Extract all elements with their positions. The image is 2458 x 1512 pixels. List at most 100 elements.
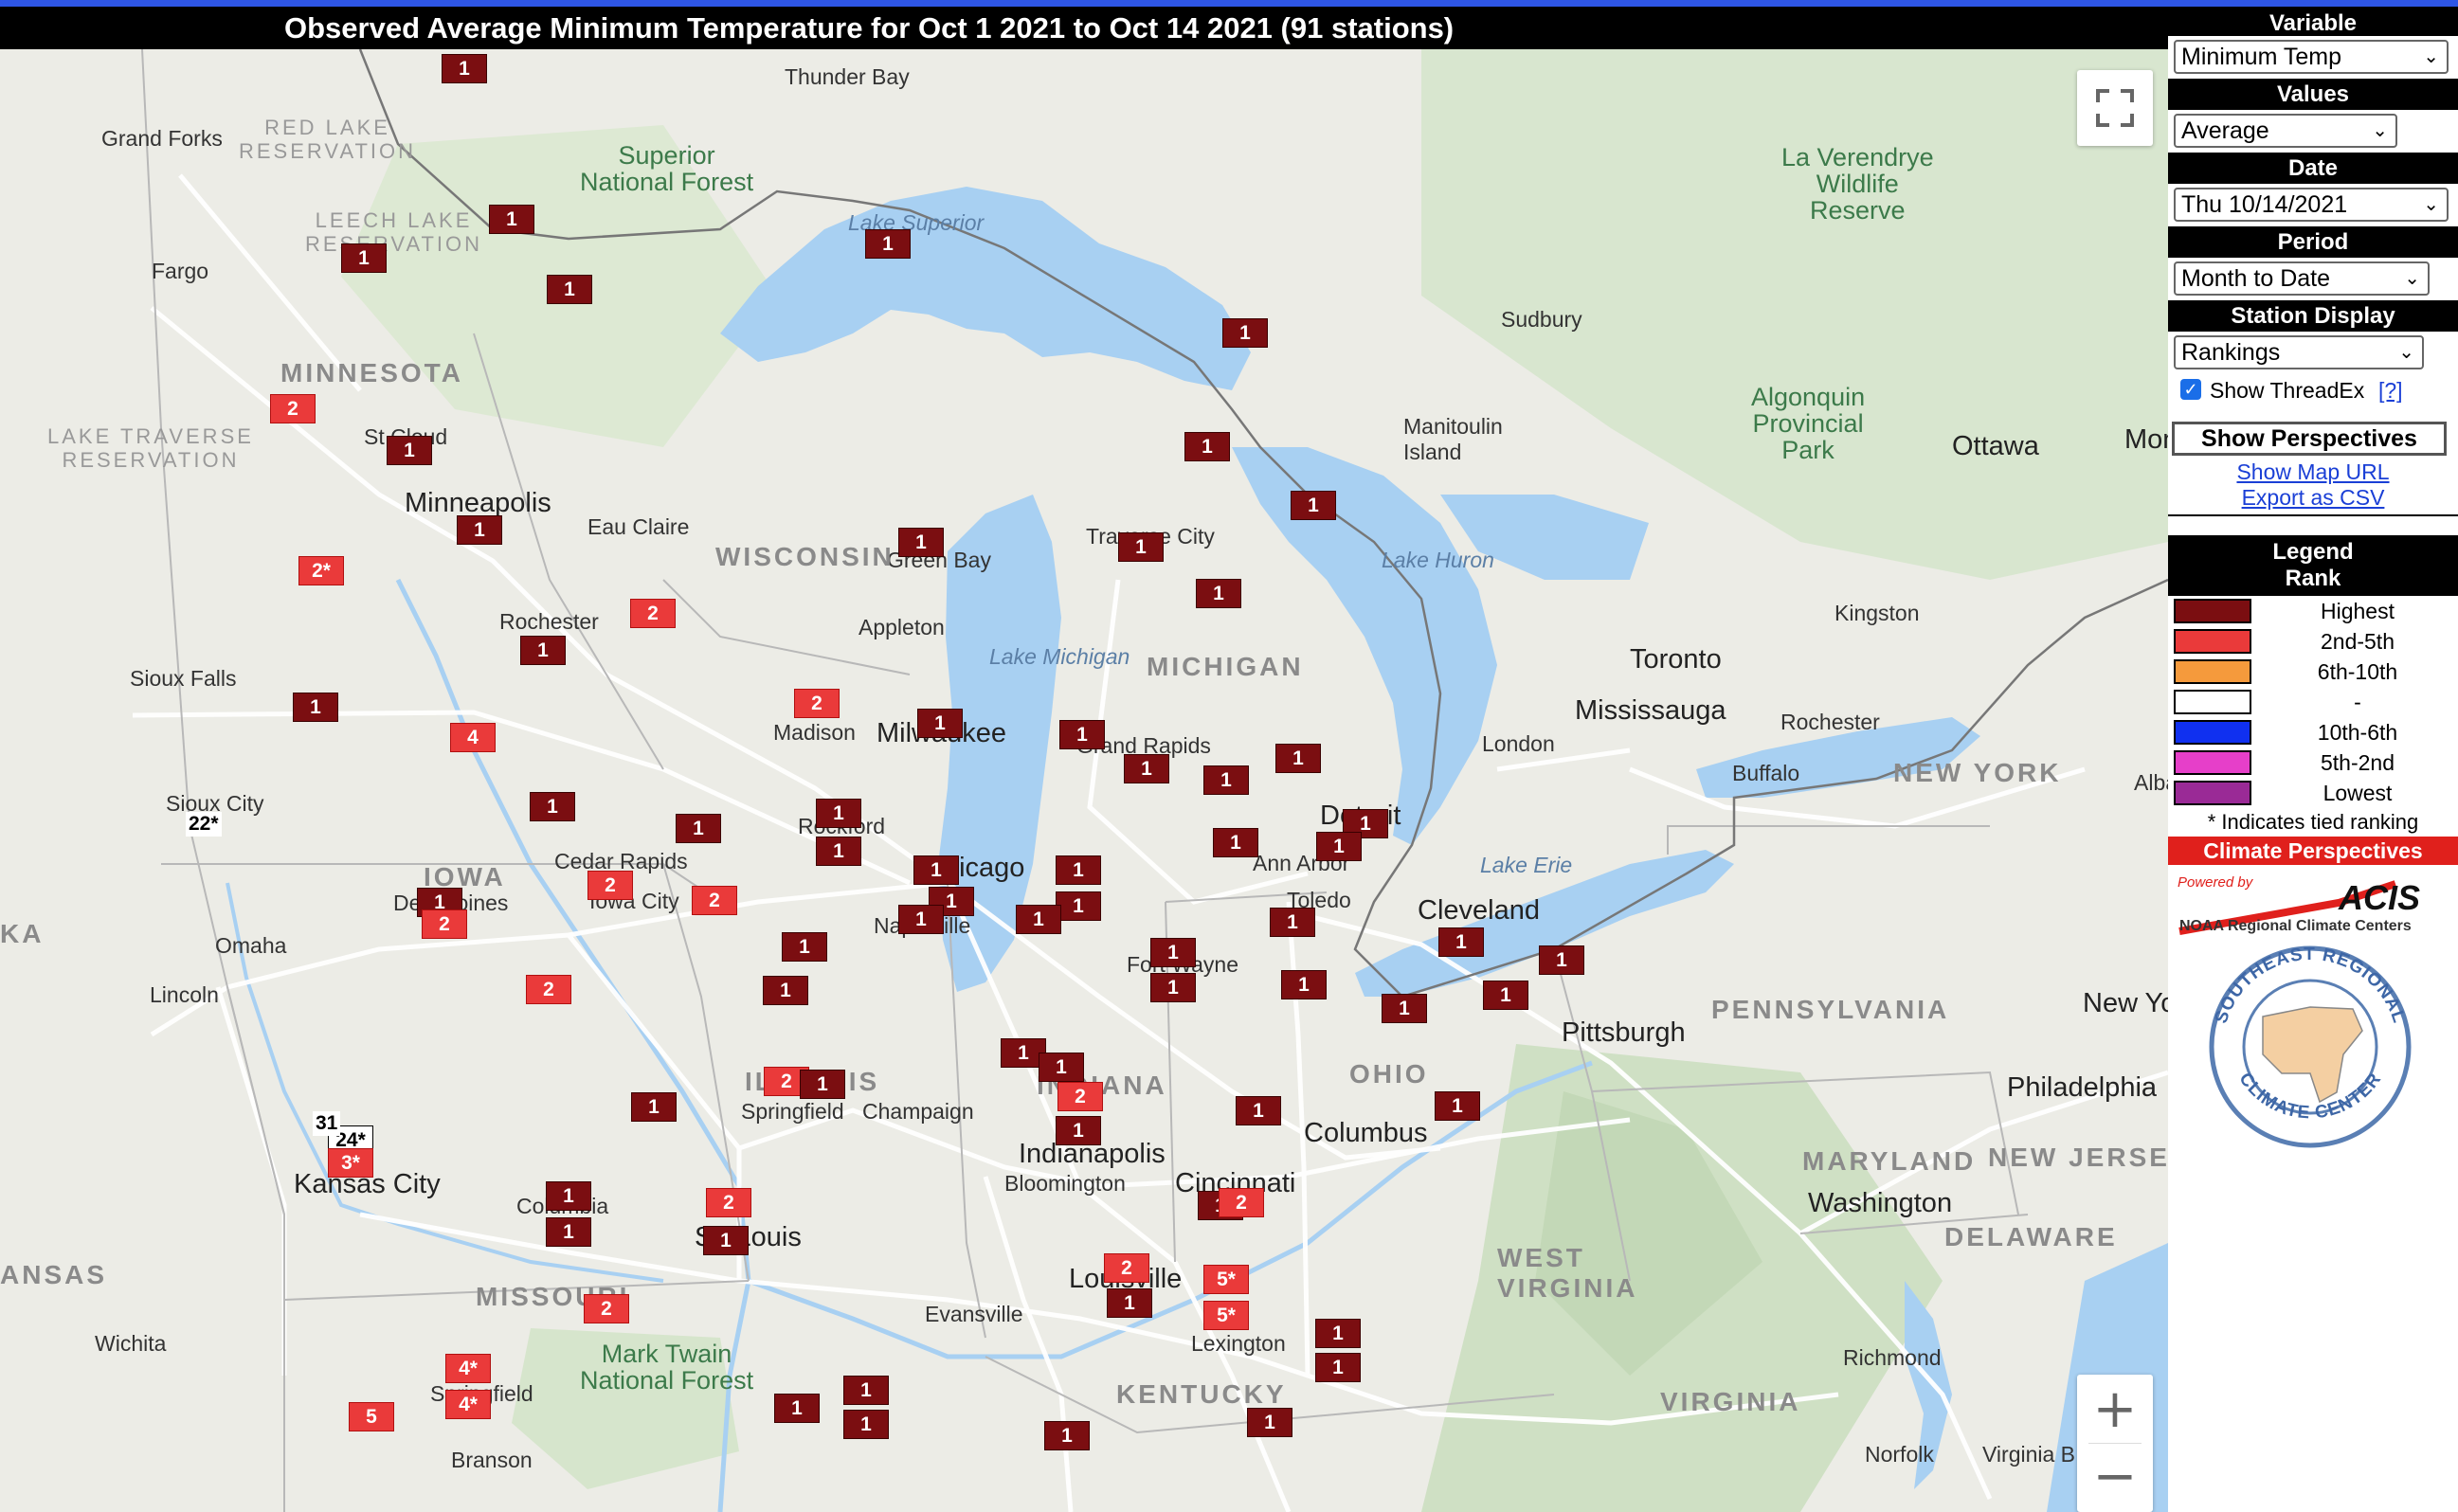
station-rank-marker[interactable]: 1 bbox=[1483, 981, 1528, 1010]
station-rank-marker[interactable]: 2 bbox=[526, 975, 571, 1004]
station-rank-marker[interactable]: 1 bbox=[1291, 491, 1336, 520]
station-rank-marker[interactable]: 4* bbox=[445, 1354, 491, 1383]
station-rank-marker[interactable]: 1 bbox=[898, 905, 944, 934]
station-rank-marker[interactable]: 1 bbox=[387, 436, 432, 465]
station-rank-marker[interactable]: 2 bbox=[1219, 1188, 1264, 1217]
station-rank-marker[interactable]: 2 bbox=[1104, 1253, 1149, 1283]
station-rank-marker[interactable]: 1 bbox=[1196, 579, 1241, 608]
station-rank-marker[interactable]: 1 bbox=[917, 709, 963, 738]
station-rank-marker[interactable]: 1 bbox=[1382, 994, 1427, 1023]
show-perspectives-button[interactable]: Show Perspectives bbox=[2172, 422, 2447, 456]
station-rank-marker[interactable]: 1 bbox=[913, 855, 959, 885]
station-rank-marker[interactable]: 1 bbox=[546, 1217, 591, 1247]
station-rank-marker[interactable]: 1 bbox=[1016, 905, 1061, 934]
station-rank-marker[interactable]: 1 bbox=[1059, 720, 1105, 749]
threadex-checkbox[interactable]: ✓ bbox=[2180, 379, 2201, 400]
station-rank-marker[interactable]: 1 bbox=[1315, 1353, 1361, 1382]
station-rank-marker[interactable]: 1 bbox=[816, 799, 861, 828]
station-rank-marker[interactable]: 2 bbox=[706, 1188, 751, 1217]
station-rank-marker[interactable]: 5* bbox=[1203, 1265, 1249, 1294]
station-rank-marker[interactable]: 1 bbox=[1150, 973, 1196, 1002]
station-rank-marker[interactable]: 5* bbox=[1203, 1301, 1249, 1330]
station-rank-marker[interactable]: 1 bbox=[1056, 1116, 1101, 1145]
station-rank-marker[interactable]: 5 bbox=[349, 1402, 394, 1431]
station-rank-marker[interactable]: 1 bbox=[341, 243, 387, 273]
station-rank-marker[interactable]: 1 bbox=[1236, 1096, 1281, 1125]
station-rank-marker[interactable]: 1 bbox=[1247, 1408, 1292, 1437]
station-rank-marker[interactable]: 1 bbox=[1438, 927, 1484, 957]
station-rank-marker[interactable]: 1 bbox=[1270, 908, 1315, 937]
fullscreen-button[interactable] bbox=[2077, 70, 2153, 146]
zoom-in-button[interactable]: + bbox=[2077, 1377, 2153, 1443]
station-rank-marker[interactable]: 2 bbox=[1057, 1082, 1103, 1111]
station-rank-marker[interactable]: 3* bbox=[328, 1148, 373, 1178]
station-rank-marker[interactable]: 1 bbox=[782, 932, 827, 962]
station-rank-marker[interactable]: 1 bbox=[1222, 318, 1268, 348]
period-select[interactable]: Month to Date ⌄ bbox=[2174, 261, 2430, 296]
legend-swatch bbox=[2174, 659, 2251, 684]
map-label: Omaha bbox=[215, 933, 287, 958]
export-csv-link[interactable]: Export as CSV bbox=[2168, 485, 2458, 511]
station-rank-marker[interactable]: 2 bbox=[422, 909, 467, 939]
station-rank-marker[interactable]: 1 bbox=[1184, 432, 1230, 461]
map-label: Kingston bbox=[1834, 601, 1920, 625]
station-rank-marker[interactable]: 1 bbox=[676, 814, 721, 843]
station-rank-marker[interactable]: 2 bbox=[794, 689, 840, 718]
station-rank-marker[interactable]: 1 bbox=[763, 976, 808, 1005]
station-rank-marker[interactable]: 2 bbox=[630, 599, 676, 628]
station-rank-marker[interactable]: 1 bbox=[1539, 945, 1584, 975]
station-rank-marker[interactable]: 1 bbox=[442, 54, 487, 83]
station-display-select[interactable]: Rankings ⌄ bbox=[2174, 335, 2424, 369]
station-rank-marker[interactable]: 1 bbox=[800, 1070, 845, 1099]
station-rank-marker[interactable]: 1 bbox=[547, 275, 592, 304]
station-rank-marker[interactable]: 4* bbox=[445, 1390, 491, 1419]
variable-select[interactable]: Minimum Temp ⌄ bbox=[2174, 40, 2449, 74]
station-rank-marker[interactable]: 1 bbox=[1435, 1091, 1480, 1121]
station-rank-marker[interactable]: 1 bbox=[1039, 1053, 1084, 1082]
station-rank-marker[interactable]: 1 bbox=[520, 636, 566, 665]
station-rank-marker[interactable]: 1 bbox=[843, 1410, 889, 1439]
station-rank-marker[interactable]: 31 bbox=[313, 1111, 341, 1136]
show-map-url-link[interactable]: Show Map URL bbox=[2168, 459, 2458, 485]
station-rank-marker[interactable]: 1 bbox=[1315, 1319, 1361, 1348]
station-rank-marker[interactable]: 1 bbox=[530, 792, 575, 821]
station-rank-marker[interactable]: 22* bbox=[186, 812, 222, 837]
station-rank-marker[interactable]: 2 bbox=[587, 871, 633, 900]
threadex-help-link[interactable]: [?] bbox=[2378, 378, 2403, 404]
station-rank-marker[interactable]: 2 bbox=[692, 886, 737, 915]
map-canvas[interactable]: Thunder Bay Grand Forks Fargo Sudbury Manito… bbox=[0, 49, 2168, 1512]
station-rank-marker[interactable]: 1 bbox=[865, 229, 911, 259]
station-rank-marker[interactable]: 1 bbox=[816, 837, 861, 866]
station-rank-marker[interactable]: 1 bbox=[546, 1181, 591, 1211]
station-rank-marker[interactable]: 2 bbox=[270, 394, 316, 423]
map-label: Grand Forks bbox=[101, 126, 223, 151]
station-rank-marker[interactable]: 1 bbox=[1281, 970, 1327, 999]
station-rank-marker[interactable]: 1 bbox=[1118, 532, 1164, 562]
station-rank-marker[interactable]: 1 bbox=[1316, 832, 1362, 861]
station-rank-marker[interactable]: 2* bbox=[298, 556, 344, 585]
station-rank-marker[interactable]: 1 bbox=[1056, 891, 1101, 921]
station-rank-marker[interactable]: 1 bbox=[1203, 765, 1249, 795]
map-label: Columbus bbox=[1304, 1118, 1428, 1148]
station-rank-marker[interactable]: 1 bbox=[1056, 855, 1101, 885]
station-rank-marker[interactable]: 2 bbox=[584, 1294, 629, 1323]
station-rank-marker[interactable]: 1 bbox=[1107, 1288, 1152, 1318]
station-rank-marker[interactable]: 1 bbox=[1213, 828, 1258, 857]
station-rank-marker[interactable]: 1 bbox=[1150, 938, 1196, 967]
zoom-out-button[interactable]: − bbox=[2077, 1444, 2153, 1510]
station-rank-marker[interactable]: 1 bbox=[293, 693, 338, 722]
station-rank-marker[interactable]: 4 bbox=[450, 723, 496, 752]
station-rank-marker[interactable]: 1 bbox=[703, 1226, 749, 1255]
map-label: Springfield bbox=[741, 1099, 844, 1124]
station-rank-marker[interactable]: 1 bbox=[1044, 1421, 1090, 1450]
station-rank-marker[interactable]: 1 bbox=[457, 515, 502, 545]
values-select[interactable]: Average ⌄ bbox=[2174, 114, 2397, 148]
station-rank-marker[interactable]: 1 bbox=[774, 1394, 820, 1423]
station-rank-marker[interactable]: 1 bbox=[1275, 744, 1321, 773]
station-rank-marker[interactable]: 1 bbox=[843, 1376, 889, 1405]
station-rank-marker[interactable]: 1 bbox=[489, 205, 534, 234]
station-rank-marker[interactable]: 1 bbox=[1124, 754, 1169, 783]
station-rank-marker[interactable]: 1 bbox=[898, 528, 944, 557]
date-select[interactable]: Thu 10/14/2021 ⌄ bbox=[2174, 188, 2449, 222]
station-rank-marker[interactable]: 1 bbox=[631, 1092, 677, 1122]
